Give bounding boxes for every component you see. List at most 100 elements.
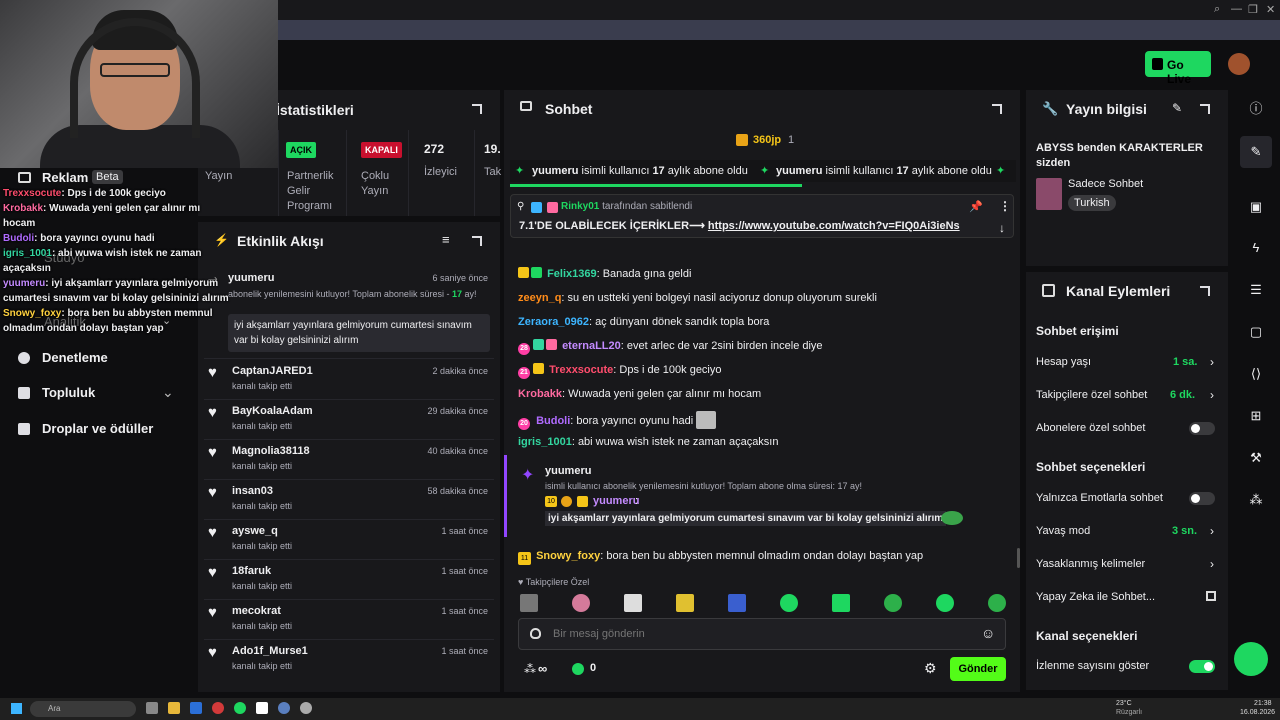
folder-icon[interactable] xyxy=(168,702,180,714)
scrollbar[interactable] xyxy=(1017,548,1020,568)
activity-user[interactable]: Magnolia38118 xyxy=(232,445,310,457)
activity-user[interactable]: insan03 xyxy=(232,485,273,497)
show-views-toggle[interactable] xyxy=(1189,660,1215,673)
steam-icon[interactable] xyxy=(278,702,290,714)
close-button[interactable]: ✕ xyxy=(1266,3,1275,16)
sub-user[interactable]: yuumeru xyxy=(545,465,591,477)
chat-user[interactable]: Felix1369 xyxy=(547,268,597,280)
chat-user[interactable]: zeeyn_q xyxy=(518,292,561,304)
emote-icon[interactable] xyxy=(780,594,798,612)
emote-icon[interactable] xyxy=(936,594,954,612)
chat-user[interactable]: Snowy_foxy xyxy=(536,550,600,562)
filter-icon[interactable]: ≡ xyxy=(442,232,450,247)
address-bar[interactable] xyxy=(270,20,1280,40)
sidebar-item-label: Denetleme xyxy=(42,350,108,365)
account-age-row[interactable]: Hesap yaşı 1 sa. › xyxy=(1036,355,1220,372)
ticker-progress xyxy=(510,184,802,187)
maximize-button[interactable]: ❐ xyxy=(1248,3,1258,16)
activity-user[interactable]: 18faruk xyxy=(232,565,271,577)
expand-icon[interactable] xyxy=(472,236,482,246)
divider xyxy=(204,439,494,440)
gear-icon[interactable]: ⚙ xyxy=(924,660,937,677)
follower-chat-row[interactable]: Takipçilere özel sohbet 6 dk. › xyxy=(1036,388,1220,405)
activity-user[interactable]: CaptanJARED1 xyxy=(232,365,313,377)
reklam-label[interactable]: Reklam xyxy=(42,170,88,185)
more-icon[interactable]: ⋮ xyxy=(999,199,1011,213)
sidebar-item-droplar[interactable]: Droplar ve ödüller xyxy=(18,421,194,437)
sidebar-item-topluluk[interactable]: Topluluk ⌄ xyxy=(18,384,194,401)
multistream-label: Çoklu Yayın xyxy=(361,170,390,197)
emote-icon[interactable] xyxy=(520,594,538,612)
emote-icon[interactable] xyxy=(988,594,1006,612)
reply-user[interactable]: yuumeru xyxy=(593,495,639,507)
slow-mode-row[interactable]: Yavaş mod 3 sn. › xyxy=(1036,524,1220,541)
pinned-link[interactable]: https://www.youtube.com/watch?v=FIQ0Ai3i… xyxy=(708,220,960,232)
chat-user[interactable]: igris_1001 xyxy=(518,436,572,448)
chat-user[interactable]: Zeraora_0962 xyxy=(518,316,589,328)
chat-input-box[interactable]: ☺ xyxy=(518,618,1006,650)
pinned-user[interactable]: Rinky01 xyxy=(561,201,599,212)
activity-user[interactable]: Ado1f_Murse1 xyxy=(232,645,308,657)
pencil-icon[interactable]: ✎ xyxy=(1249,145,1263,159)
banned-words-row[interactable]: Yasaklanmış kelimeler › xyxy=(1036,557,1220,574)
spotify-icon[interactable] xyxy=(234,702,246,714)
task-view-icon[interactable] xyxy=(146,702,158,714)
search-icon[interactable]: ⌕ xyxy=(1214,3,1220,16)
chevron-down-icon[interactable]: ↓ xyxy=(999,221,1005,235)
chat-input[interactable] xyxy=(553,626,953,642)
people-icon[interactable]: ⁂ xyxy=(524,662,536,676)
expand-icon[interactable] xyxy=(1200,104,1210,114)
emote-icon[interactable] xyxy=(884,594,902,612)
sparkle-icon: ✦ xyxy=(521,467,535,484)
chat-icon[interactable]: ▢ xyxy=(1249,325,1263,339)
activity-user[interactable]: yuumeru xyxy=(228,272,274,284)
activity-user[interactable]: ayswe_q xyxy=(232,525,278,537)
emoji-icon[interactable]: ☺ xyxy=(981,625,995,641)
chat-user[interactable]: Krobakk xyxy=(518,388,562,400)
go-live-button[interactable]: Go Live xyxy=(1145,51,1211,86)
send-button[interactable]: Gönder xyxy=(950,657,1006,681)
emote-only-toggle[interactable] xyxy=(1189,492,1215,505)
user-avatar[interactable] xyxy=(1228,53,1250,75)
emote-icon[interactable] xyxy=(832,594,850,612)
windows-start-icon[interactable] xyxy=(11,703,22,714)
chat-user[interactable]: eternaLL20 xyxy=(562,340,621,352)
sidebar-item-denetleme[interactable]: Denetleme xyxy=(18,350,194,366)
chat-user[interactable]: Trexxsocute xyxy=(549,364,613,376)
code-icon[interactable]: ⟨⟩ xyxy=(1249,367,1263,381)
info-icon[interactable]: ⓘ xyxy=(1249,102,1263,116)
media-icon[interactable]: ▣ xyxy=(1249,200,1263,214)
expand-icon[interactable] xyxy=(992,104,1002,114)
sub-chat-toggle[interactable] xyxy=(1189,422,1215,435)
emote-icon[interactable] xyxy=(624,594,642,612)
opera-icon[interactable] xyxy=(212,702,224,714)
divider xyxy=(204,358,494,359)
edit-icon[interactable]: ✎ xyxy=(1172,101,1182,115)
emote-icon[interactable] xyxy=(572,594,590,612)
help-chat-button[interactable] xyxy=(1234,642,1268,676)
bolt-icon[interactable]: ϟ xyxy=(1249,241,1263,255)
chat-user[interactable]: Budoli xyxy=(536,415,570,427)
category-thumbnail[interactable] xyxy=(1036,178,1062,210)
minimize-button[interactable]: — xyxy=(1231,3,1242,15)
obs-icon[interactable] xyxy=(300,702,312,714)
expand-icon[interactable] xyxy=(1200,286,1210,296)
wrench-icon[interactable]: ⚒ xyxy=(1249,451,1263,465)
layout-icon[interactable]: ⊞ xyxy=(1249,409,1263,423)
pin-icon[interactable]: 📌 xyxy=(969,200,983,213)
emote-icon[interactable] xyxy=(676,594,694,612)
activity-user[interactable]: BayKoalaAdam xyxy=(232,405,313,417)
expand-icon[interactable] xyxy=(472,104,482,114)
store-icon[interactable] xyxy=(190,702,202,714)
pinned-by: Rinky01 tarafından sabitlendi xyxy=(561,200,692,214)
taskbar-search[interactable]: Ara xyxy=(30,701,136,717)
list-icon[interactable]: ☰ xyxy=(1249,283,1263,297)
activity-user[interactable]: mecokrat xyxy=(232,605,281,617)
heart-icon xyxy=(208,364,220,376)
app-icon[interactable] xyxy=(256,702,268,714)
emote-icon[interactable] xyxy=(728,594,746,612)
pin-icon: ⚲ xyxy=(517,201,525,212)
chat-message: 20 Budoli: bora yayıncı oyunu hadi xyxy=(518,411,718,430)
community-icon[interactable]: ⁂ xyxy=(1249,493,1263,507)
ai-chat-row[interactable]: Yapay Zeka ile Sohbet... xyxy=(1036,591,1220,607)
